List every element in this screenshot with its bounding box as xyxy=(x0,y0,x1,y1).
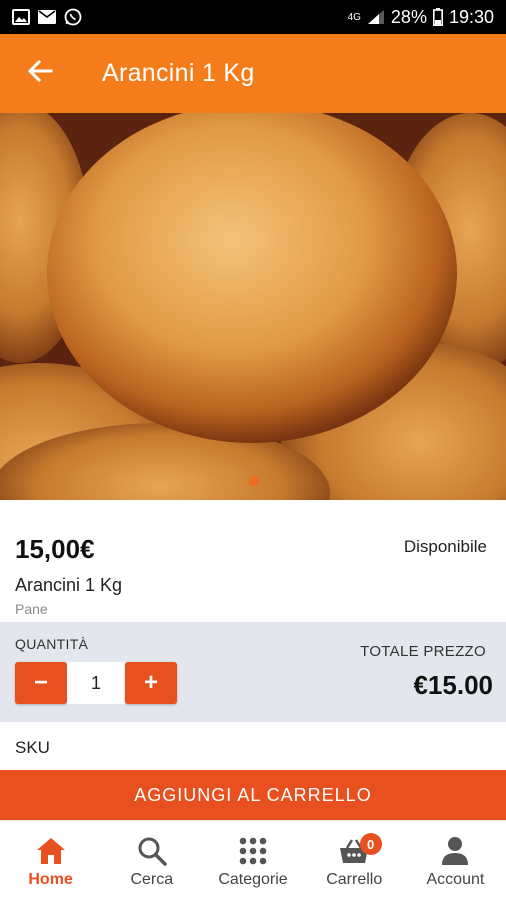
status-system: 4G 28% 19:30 xyxy=(348,7,494,28)
person-icon xyxy=(439,835,471,867)
nav-item-search[interactable]: Cerca xyxy=(101,821,202,900)
arrow-left-icon xyxy=(27,59,53,88)
product-info: 15,00€ Disponibile Arancini 1 Kg Pane xyxy=(0,500,506,622)
home-icon xyxy=(35,835,67,867)
add-to-cart-button[interactable]: AGGIUNGI AL CARRELLO xyxy=(0,770,506,820)
clock: 19:30 xyxy=(448,6,494,27)
quantity-value[interactable]: 1 xyxy=(67,662,125,704)
battery-percent: 28% xyxy=(390,6,427,27)
carousel-indicator[interactable] xyxy=(249,476,259,486)
total-price-label: TOTALE PREZZO xyxy=(360,643,486,660)
availability-status: Disponibile xyxy=(403,537,487,556)
search-icon xyxy=(136,835,168,867)
product-price: 15,00€ xyxy=(15,534,95,564)
product-photo xyxy=(0,113,506,500)
nav-item-account[interactable]: Account xyxy=(405,821,506,900)
whatsapp-icon xyxy=(64,8,82,26)
sku-label: SKU xyxy=(15,738,50,757)
nav-label-home: Home xyxy=(28,871,73,888)
quantity-label: QUANTITÀ xyxy=(15,636,89,652)
back-button[interactable] xyxy=(0,34,80,113)
network-type: 4G xyxy=(347,11,361,23)
status-notifications xyxy=(12,8,82,26)
status-bar: 4G 28% 19:30 xyxy=(0,0,506,34)
nav-label-categories: Categorie xyxy=(218,871,288,888)
signal-icon xyxy=(367,9,385,25)
nav-item-home[interactable]: Home xyxy=(0,821,101,900)
page-title: Arancini 1 Kg xyxy=(102,59,255,87)
product-name: Arancini 1 Kg xyxy=(15,575,123,595)
total-price-value: €15.00 xyxy=(413,670,493,700)
product-category: Pane xyxy=(15,601,48,617)
nav-label-search: Cerca xyxy=(130,871,174,888)
mail-icon xyxy=(38,9,56,25)
grid-icon xyxy=(237,835,269,867)
gallery-icon xyxy=(12,9,30,25)
decrease-quantity-button[interactable]: − xyxy=(15,662,67,704)
nav-item-cart[interactable]: 0 Carrello xyxy=(304,821,405,900)
nav-label-cart: Carrello xyxy=(326,871,383,888)
app-bar: Arancini 1 Kg xyxy=(0,34,506,113)
quantity-panel: QUANTITÀ − 1 + TOTALE PREZZO €15.00 xyxy=(0,622,506,722)
quantity-stepper: − 1 + xyxy=(15,662,177,704)
nav-item-categories[interactable]: Categorie xyxy=(202,821,303,900)
product-image-carousel[interactable] xyxy=(0,113,506,500)
cart-count-badge: 0 xyxy=(359,833,382,855)
increase-quantity-button[interactable]: + xyxy=(125,662,177,704)
bottom-navigation: Home Cerca Categorie 0 Carrello Account xyxy=(0,820,506,900)
battery-icon xyxy=(432,8,443,26)
nav-label-account: Account xyxy=(426,871,485,888)
